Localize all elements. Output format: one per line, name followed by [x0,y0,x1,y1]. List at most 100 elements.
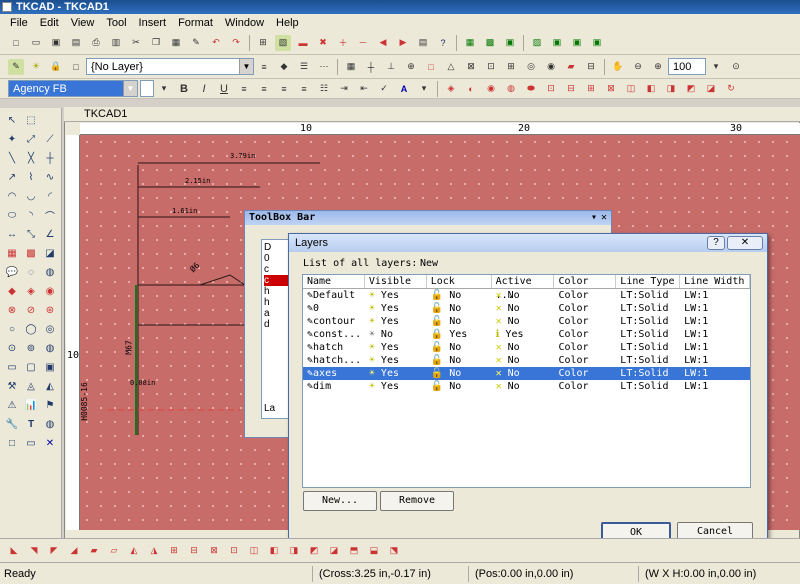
layer-color[interactable]: Color [554,354,616,367]
font-chevron-icon[interactable]: ▼ [123,81,137,96]
lock-icon[interactable]: 🔓 [431,303,443,314]
remove-layer-button[interactable]: Remove [380,491,454,511]
curve-icon[interactable]: ⌒ [42,207,58,223]
line-width-icon[interactable]: ☰ [296,59,312,75]
help-icon[interactable]: ? [435,35,451,51]
align-center-icon[interactable]: ≡ [256,81,272,97]
dim-angle-icon[interactable]: ∠ [42,226,58,242]
bullets-icon[interactable]: ☷ [316,81,332,97]
polyline-icon[interactable]: ⟋ [42,131,58,147]
bt-tool-4-icon[interactable]: ◢ [66,543,82,559]
delete-icon[interactable]: ✖ [315,35,331,51]
lock-closed-icon[interactable]: 🔒 [431,329,443,340]
rect-icon[interactable]: ▭ [4,359,20,375]
layer-linetype[interactable]: LT:Solid [616,367,680,380]
lightbulb-icon[interactable]: ☀ [369,290,375,301]
layer-icon[interactable]: ▧ [275,34,291,51]
layer-color[interactable]: Color [554,380,616,393]
layer-linewidth[interactable]: LW:1 [680,367,750,380]
snap-perp-icon[interactable]: ⊞ [503,59,519,75]
menu-format[interactable]: Format [172,17,219,29]
print-preview-icon[interactable]: ▥ [108,35,124,51]
bt-tool-5-icon[interactable]: ▰ [86,543,102,559]
shape12-icon[interactable]: ◨ [663,81,679,97]
snap-int-icon[interactable]: ⊠ [463,59,479,75]
toolbox-item[interactable]: d [264,319,290,330]
toolbox-tab[interactable]: La [264,403,275,414]
snap-quad-icon[interactable]: ⊡ [483,59,499,75]
active-x-icon[interactable]: ✕ [496,316,502,327]
dimension-icon[interactable]: ↔ [4,226,20,242]
lightbulb-icon[interactable]: ☀ [369,316,375,327]
next-icon[interactable]: ▶ [395,35,411,51]
circle2-icon[interactable]: ◯ [23,321,39,337]
help-button[interactable]: ? [707,236,725,250]
toolbox-item[interactable]: D [264,242,290,253]
layer-select[interactable]: {No Layer} ▼ [86,58,254,75]
lock-icon[interactable]: 🔓 [431,290,443,301]
bt-tool-13-icon[interactable]: ◫ [246,543,262,559]
bold-button[interactable]: B [176,81,192,97]
menu-edit[interactable]: Edit [34,17,65,29]
bt-tool-18-icon[interactable]: ⬒ [346,543,362,559]
bt-tool-6-icon[interactable]: ▱ [106,543,122,559]
callout3-icon[interactable]: ◍ [42,264,58,280]
toolbox-layer-list[interactable]: D 0 c c h h a d La [261,239,291,419]
rect2-icon[interactable]: ▢ [23,359,39,375]
toolbox-item[interactable]: h [264,297,290,308]
table-row[interactable]: ✎hatch ☀ Yes 🔓 No ✕ No Color LT:Solid LW… [303,341,750,354]
select-arrow-icon[interactable]: ↖ [4,112,20,128]
bt-tool-11-icon[interactable]: ⊠ [206,543,222,559]
layer-linewidth[interactable]: LW:1 [680,380,750,393]
node-edit-icon[interactable]: ✦ [4,131,20,147]
snap-mid-icon[interactable]: ⊥ [383,59,399,75]
warning-icon[interactable]: ⚠ [4,397,20,413]
col-linetype[interactable]: Line Type [616,275,681,288]
paste-icon[interactable]: ▦ [168,35,184,51]
snap-end-icon[interactable]: ┼ [363,59,379,75]
layer-linewidth[interactable]: LW:1 [680,354,750,367]
active-x-icon[interactable]: ✕ [496,290,502,301]
lightbulb-icon[interactable]: ☀ [28,59,44,75]
snap-grid-icon[interactable]: ▦ [343,59,359,75]
snap-tri-icon[interactable]: △ [443,59,459,75]
cut-icon[interactable]: ✂ [128,35,144,51]
circle5-icon[interactable]: ⊚ [23,340,39,356]
group-icon[interactable]: ▨ [529,35,545,51]
frame-icon[interactable]: □ [4,435,20,451]
table-row[interactable]: ✎hatch... ☀ Yes 🔓 No ✕ No Color LT:Solid… [303,354,750,367]
toolbox-item[interactable]: a [264,308,290,319]
close-x-icon[interactable]: ✕ [42,435,58,451]
table-row[interactable]: ✎Default ☀ Yes 🔓 No ✕ No Color LT:Solid … [303,289,750,302]
hatch-icon[interactable]: ▦ [4,245,20,261]
xline-icon[interactable]: ╳ [23,150,39,166]
bt-tool-16-icon[interactable]: ◩ [306,543,322,559]
active-x-icon[interactable]: ✕ [496,355,502,366]
toolbox-item[interactable]: c [264,264,290,275]
shape10-icon[interactable]: ◫ [623,81,639,97]
menu-help[interactable]: Help [270,17,305,29]
col-active[interactable]: Active ... [492,275,555,301]
copy-icon[interactable]: ❐ [148,35,164,51]
dropdown-icon[interactable]: ▾ [591,211,597,225]
line-icon[interactable]: ╲ [4,150,20,166]
zoom-dropdown-icon[interactable]: ▾ [708,59,724,75]
new-layer-button[interactable]: New... [303,491,377,511]
ole-icon[interactable]: ◭ [42,378,58,394]
align-left-icon[interactable]: ≡ [236,81,252,97]
gradient-icon[interactable]: ◪ [42,245,58,261]
color-box-icon[interactable]: □ [68,59,84,75]
linetype-icon[interactable]: ≡ [256,59,272,75]
bt-tool-2-icon[interactable]: ◥ [26,543,42,559]
snap-icon[interactable]: ▩ [482,35,498,51]
ellipse-arc-icon[interactable]: ◝ [23,207,39,223]
menu-insert[interactable]: Insert [133,17,173,29]
text-icon[interactable]: T [23,416,39,432]
layer-color[interactable]: Color [554,302,616,315]
table-row[interactable]: ✎contour ☀ Yes 🔓 No ✕ No Color LT:Solid … [303,315,750,328]
layer-linetype[interactable]: LT:Solid [616,380,680,393]
select-box-icon[interactable]: ⬚ [23,112,39,128]
font-size-select[interactable] [140,80,154,97]
layer-linewidth[interactable]: LW:1 [680,315,750,328]
zoom-select[interactable]: 100 [668,58,706,75]
